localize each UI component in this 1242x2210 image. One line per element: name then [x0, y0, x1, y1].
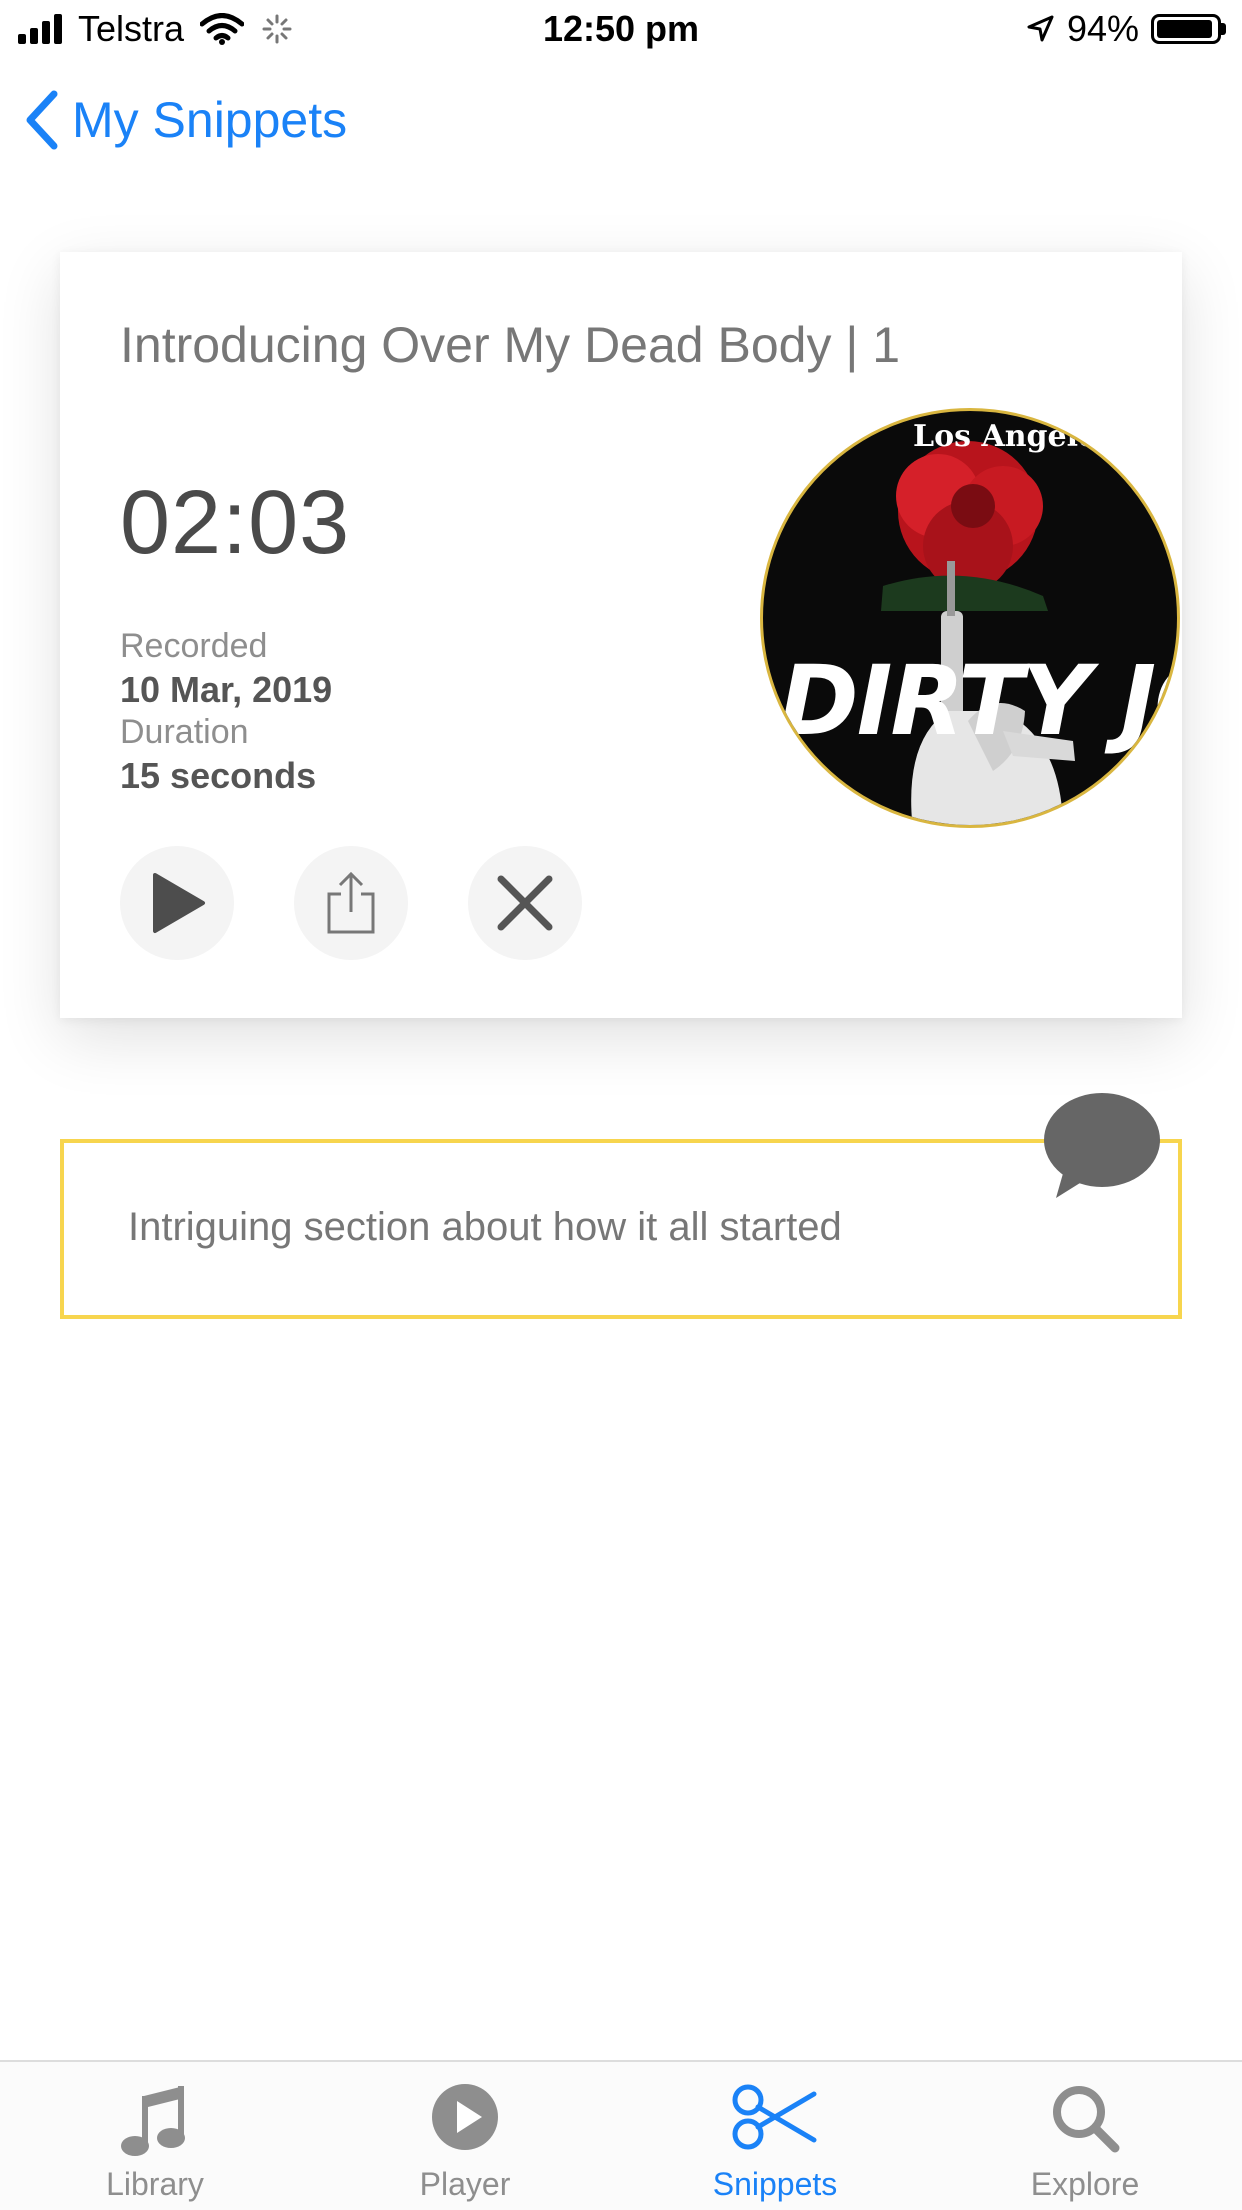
play-button[interactable]: [120, 846, 234, 960]
chevron-left-icon: [26, 90, 58, 150]
artwork-title: DIRTY JOH: [779, 645, 1177, 757]
tab-snippets[interactable]: Snippets: [620, 2062, 930, 2210]
play-icon: [153, 873, 205, 933]
tab-player-label: Player: [419, 2166, 511, 2202]
podcast-artwork: Los Angeles Times DIRTY JOH: [760, 408, 1180, 828]
tab-snippets-label: Snippets: [712, 2166, 838, 2202]
battery-percent: 94%: [1066, 8, 1139, 49]
tab-explore[interactable]: Explore: [930, 2062, 1240, 2210]
artwork-publisher: Los Angeles Times: [913, 419, 1177, 454]
delete-button[interactable]: [468, 846, 582, 960]
back-label: My Snippets: [72, 92, 348, 148]
tab-explore-label: Explore: [1030, 2166, 1140, 2202]
location-arrow-icon: [1027, 15, 1054, 42]
tab-player[interactable]: Player: [310, 2062, 620, 2210]
tab-bar: Library Player Snippets Explore: [0, 2060, 1242, 2210]
search-icon: [1053, 2086, 1120, 2153]
tab-library-label: Library: [106, 2166, 204, 2202]
snippet-card: Introducing Over My Dead Body | 1 02:03 …: [60, 252, 1182, 1018]
rose-artwork-graphic: [881, 441, 1075, 825]
share-icon: [327, 871, 375, 934]
music-note-icon: [121, 2086, 185, 2156]
duration-value: 15 seconds: [120, 755, 317, 796]
recorded-value: 10 Mar, 2019: [120, 669, 333, 710]
status-bar: Telstra 12:50 pm 94%: [0, 0, 1242, 60]
recorded-label: Recorded: [120, 627, 268, 665]
duration-label: Duration: [120, 713, 249, 751]
snippet-timestamp: 02:03: [120, 473, 351, 573]
note-text: Intriguing section about how it all star…: [128, 1205, 842, 1249]
snippet-title: Introducing Over My Dead Body | 1: [120, 317, 901, 373]
status-right: 94%: [1025, 8, 1226, 50]
tab-library[interactable]: Library: [0, 2062, 310, 2210]
note-box[interactable]: Intriguing section about how it all star…: [60, 1139, 1182, 1319]
close-icon: [497, 875, 553, 931]
back-button[interactable]: My Snippets: [24, 90, 347, 150]
play-circle-icon: [432, 2084, 498, 2150]
speech-bubble-icon[interactable]: [1040, 1090, 1164, 1200]
battery-icon: [1151, 14, 1226, 44]
share-button[interactable]: [294, 846, 408, 960]
scissors-icon: [732, 2084, 817, 2150]
